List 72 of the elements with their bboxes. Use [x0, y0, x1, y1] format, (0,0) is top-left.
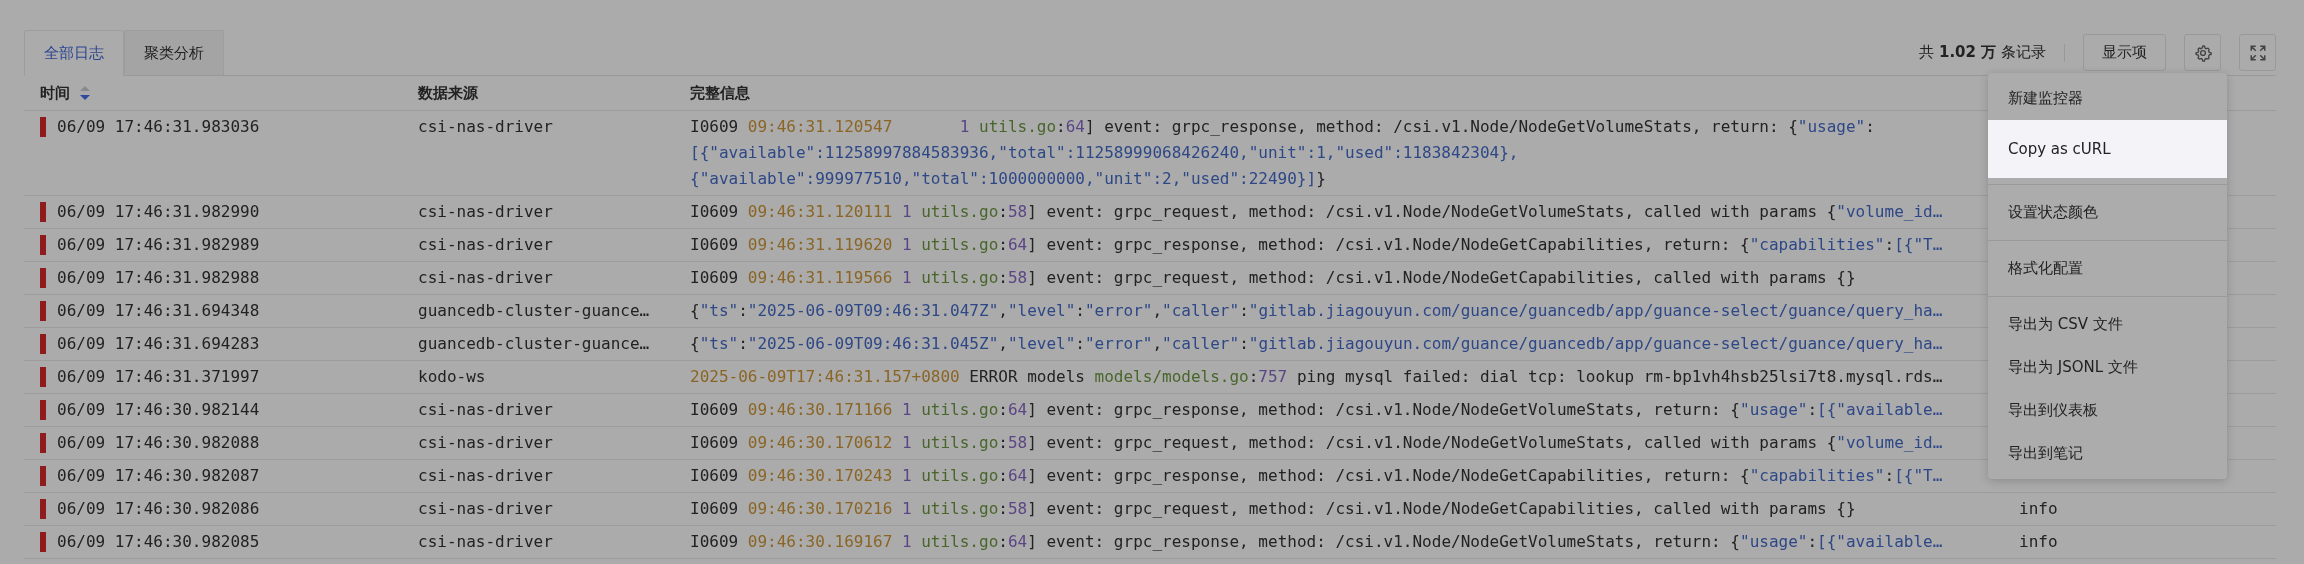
- column-header: 数据来源: [418, 83, 478, 103]
- menu-item[interactable]: 设置状态颜色: [1988, 191, 2227, 234]
- menu-item[interactable]: 新建监控器: [1988, 77, 2227, 120]
- tab[interactable]: 全部日志: [24, 30, 124, 76]
- menu-item[interactable]: 导出为 JSONL 文件: [1988, 346, 2227, 389]
- menu-item[interactable]: Copy as cURL: [1988, 120, 2227, 178]
- status-marker: [40, 235, 46, 255]
- table-cell-text: 06/09 17:46:30.982088: [57, 432, 260, 454]
- status-marker: [40, 301, 46, 321]
- table-cell: csi-nas-driver: [418, 202, 553, 221]
- menu-item[interactable]: 导出到笔记: [1988, 432, 2227, 475]
- status-marker: [40, 433, 46, 453]
- log-message: I0609 09:46:30.170612 1 utils.go:58] event: grpc_request, method: /csi.v1.Node/NodeGetVolumeStats, called with params {"volume_id…: [690, 432, 1943, 454]
- sort-icon[interactable]: [80, 86, 90, 100]
- table-cell-text: 06/09 17:46:31.371997: [57, 366, 260, 388]
- column-header: 时间: [40, 83, 70, 103]
- log-message: I0609 09:46:30.170216 1 utils.go:58] event: grpc_request, method: /csi.v1.Node/NodeGetCapabilities, called with params {}: [690, 498, 1856, 520]
- table-cell: csi-nas-driver: [418, 433, 553, 452]
- log-message: [{"available":11258997884583936,"total":11258999068426240,"unit":1,"used":1183842304},: [690, 142, 1519, 164]
- table-cell-text: 06/09 17:46:31.982990: [57, 201, 260, 223]
- column-header: 完整信息: [690, 83, 750, 103]
- status-marker: [40, 466, 46, 486]
- log-message: {"available":999977510,"total":1000000000,"unit":2,"used":22490}]}: [690, 168, 1326, 190]
- table-cell-text: 06/09 17:46:31.982988: [57, 267, 260, 289]
- status-marker: [40, 367, 46, 387]
- status-marker: [40, 334, 46, 354]
- table-cell: guancedb-cluster-guance…: [418, 301, 650, 320]
- table-cell: kodo-ws: [418, 367, 486, 386]
- display-options-button[interactable]: 显示项: [2083, 34, 2166, 71]
- log-message: I0609 09:46:31.120547 1 utils.go:64] event: grpc_response, method: /csi.v1.Node/NodeGetVolumeStats, return: {"usage":: [690, 116, 1875, 138]
- table-cell-text: 06/09 17:46:31.694348: [57, 300, 260, 322]
- status-marker: [40, 499, 46, 519]
- table-cell-text: 06/09 17:46:31.983036: [57, 116, 260, 138]
- table-cell: info: [2019, 499, 2058, 518]
- status-marker: [40, 117, 46, 137]
- table-cell-text: 06/09 17:46:30.982144: [57, 399, 260, 421]
- log-message: I0609 09:46:31.119620 1 utils.go:64] event: grpc_response, method: /csi.v1.Node/NodeGetCapabilities, return: {"capabilities":[{"T…: [690, 234, 1943, 256]
- table-cell-text: 06/09 17:46:30.982085: [57, 531, 260, 553]
- table-cell: csi-nas-driver: [418, 268, 553, 287]
- table-cell-text: 06/09 17:46:30.982087: [57, 465, 260, 487]
- fullscreen-button[interactable]: [2239, 34, 2276, 71]
- settings-icon: [2193, 43, 2212, 62]
- status-marker: [40, 202, 46, 222]
- table-cell: csi-nas-driver: [418, 117, 553, 136]
- menu-item[interactable]: 导出到仪表板: [1988, 389, 2227, 432]
- table-cell: guancedb-cluster-guance…: [418, 334, 650, 353]
- record-count: 共 1.02 万 条记录: [1919, 43, 2046, 62]
- log-message: I0609 09:46:30.169167 1 utils.go:64] event: grpc_response, method: /csi.v1.Node/NodeGetVolumeStats, return: {"usage":[{"available…: [690, 531, 1943, 553]
- log-message: I0609 09:46:31.120111 1 utils.go:58] event: grpc_request, method: /csi.v1.Node/NodeGetVolumeStats, called with params {"volume_id…: [690, 201, 1943, 223]
- log-message: {"ts":"2025-06-09T09:46:31.045Z","level":"error","caller":"gitlab.jiagouyun.com/guance/guancedb/app/guance-select/guance/query_ha…: [690, 333, 1943, 355]
- menu-item[interactable]: 导出为 CSV 文件: [1988, 303, 2227, 346]
- status-marker: [40, 400, 46, 420]
- table-cell: info: [2019, 532, 2058, 551]
- log-message: I0609 09:46:30.170243 1 utils.go:64] event: grpc_response, method: /csi.v1.Node/NodeGetCapabilities, return: {"capabilities":[{"T…: [690, 465, 1943, 487]
- table-cell: csi-nas-driver: [418, 532, 553, 551]
- table-cell: csi-nas-driver: [418, 466, 553, 485]
- log-message: {"ts":"2025-06-09T09:46:31.047Z","level":"error","caller":"gitlab.jiagouyun.com/guance/guancedb/app/guance-select/guance/query_ha…: [690, 300, 1943, 322]
- table-cell-text: 06/09 17:46:31.982989: [57, 234, 260, 256]
- status-marker: [40, 268, 46, 288]
- table-cell: csi-nas-driver: [418, 235, 553, 254]
- tab[interactable]: 聚类分析: [124, 30, 224, 75]
- table-cell: csi-nas-driver: [418, 499, 553, 518]
- status-marker: [40, 532, 46, 552]
- table-cell-text: 06/09 17:46:30.982086: [57, 498, 260, 520]
- settings-button[interactable]: [2184, 34, 2221, 71]
- log-message: I0609 09:46:31.119566 1 utils.go:58] event: grpc_request, method: /csi.v1.Node/NodeGetCapabilities, called with params {}: [690, 267, 1856, 289]
- expand-icon: [2248, 43, 2267, 62]
- log-message: I0609 09:46:30.171166 1 utils.go:64] event: grpc_response, method: /csi.v1.Node/NodeGetVolumeStats, return: {"usage":[{"available…: [690, 399, 1943, 421]
- table-cell-text: 06/09 17:46:31.694283: [57, 333, 260, 355]
- menu-item[interactable]: 格式化配置: [1988, 247, 2227, 290]
- log-message: 2025-06-09T17:46:31.157+0800 ERROR models models/models.go:757 ping mysql failed: dial tcp: lookup rm-bp1vh4hsb25lsi7t8.mysql.rds…: [690, 366, 1943, 388]
- table-cell: csi-nas-driver: [418, 400, 553, 419]
